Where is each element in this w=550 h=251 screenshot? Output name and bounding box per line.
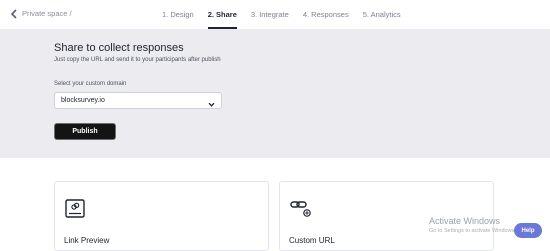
share-panel: Share to collect responses Just copy the…: [0, 29, 550, 158]
custom-url-icon: [289, 198, 311, 220]
domain-select[interactable]: blocksurvey.io: [54, 92, 222, 109]
back-chevron-icon[interactable]: [9, 9, 19, 19]
chevron-down-icon: [207, 96, 216, 107]
publish-button[interactable]: Publish: [54, 123, 116, 140]
share-subtitle: Just copy the URL and send it to your pa…: [54, 57, 221, 63]
step-tabs: 1. Design 2. Share 3. Integrate 4. Respo…: [162, 0, 415, 29]
domain-label: Select your custom domain: [54, 81, 127, 87]
tab-design[interactable]: 1. Design: [162, 0, 194, 29]
help-button[interactable]: Help: [514, 223, 542, 238]
domain-value: blocksurvey.io: [61, 97, 105, 104]
tab-responses[interactable]: 4. Responses: [303, 0, 349, 29]
tab-integrate[interactable]: 3. Integrate: [251, 0, 289, 29]
breadcrumb[interactable]: Private space /: [22, 9, 72, 18]
custom-url-label: Custom URL: [289, 236, 335, 245]
share-title: Share to collect responses: [54, 42, 184, 54]
windows-watermark-subtitle: Go to Settings to activate Windows.: [429, 228, 516, 234]
top-navigation-bar: Private space / 1. Design 2. Share 3. In…: [0, 0, 550, 30]
link-preview-label: Link Preview: [64, 236, 110, 245]
link-preview-icon: [64, 198, 86, 220]
tab-share[interactable]: 2. Share: [207, 0, 237, 29]
tab-analytics[interactable]: 5. Analytics: [363, 0, 401, 29]
windows-watermark-title: Activate Windows: [429, 216, 501, 226]
link-preview-card[interactable]: Link Preview: [54, 181, 269, 251]
